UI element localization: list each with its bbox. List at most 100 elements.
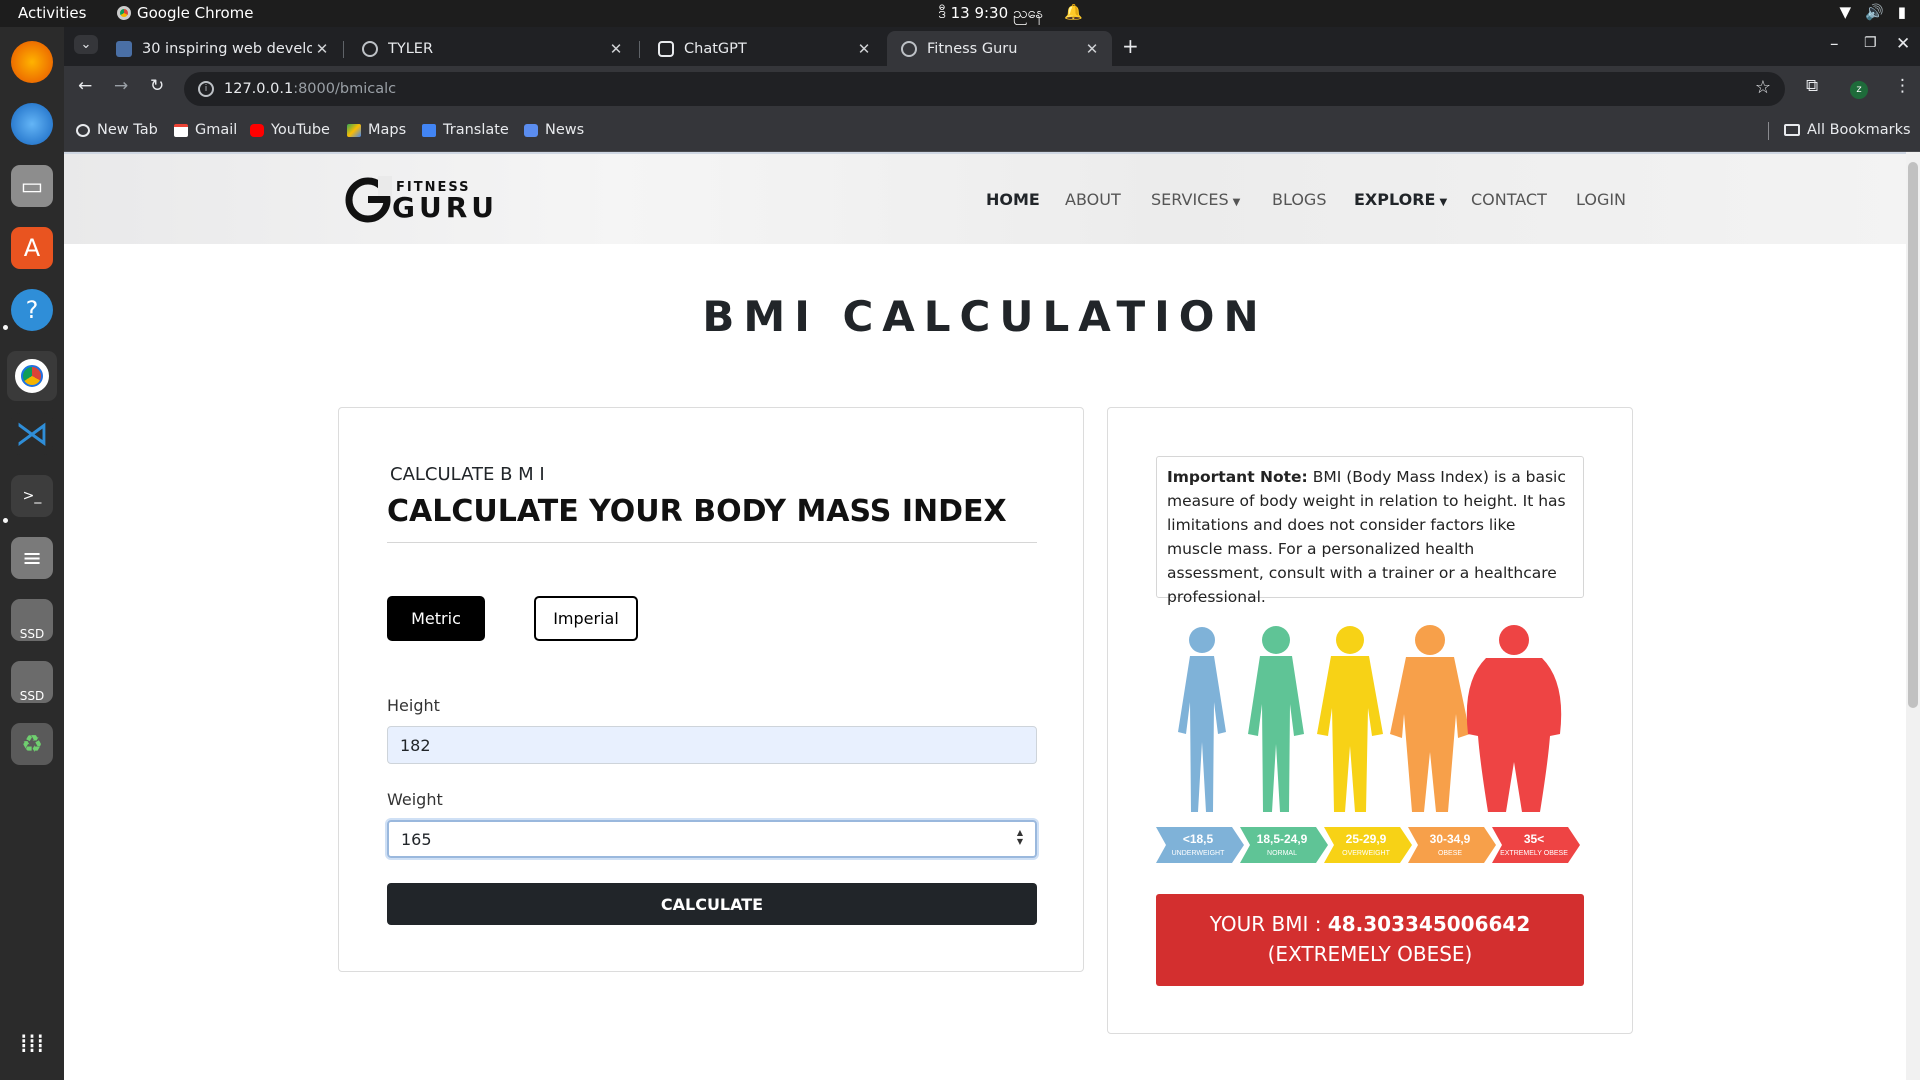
files-icon[interactable]: ▭ [11,165,53,207]
tab-fitness-guru[interactable]: Fitness Guru ✕ [887,31,1112,66]
calculate-button[interactable]: CALCULATE [387,883,1037,925]
bmi-range-value: 30-34,9 [1430,832,1471,846]
activities-button[interactable]: Activities [18,4,86,22]
globe-icon [362,40,378,57]
page-title: BMI CALCULATION [702,292,1268,341]
battery-icon: ▮ [1897,3,1906,21]
help-icon[interactable]: ? [11,289,53,331]
page-scrollbar[interactable] [1906,152,1920,1080]
bookmark-label: YouTube [271,122,330,138]
tab-separator [639,41,640,58]
nav-explore[interactable]: EXPLORE ▼ [1354,190,1447,209]
bookmark-new-tab[interactable]: New Tab [76,122,158,138]
all-bookmarks[interactable]: All Bookmarks [1784,122,1911,138]
result-category: (EXTREMELY OBESE) [1267,942,1473,966]
tab-tyler[interactable]: TYLER ✕ [348,31,636,66]
bmi-info-card: Important Note: BMI (Body Mass Index) is… [1107,407,1633,1034]
note-text: BMI (Body Mass Index) is a basic measure… [1167,468,1566,606]
scrollbar-thumb[interactable] [1908,162,1918,708]
close-window-icon[interactable]: ✕ [1896,34,1910,54]
bmi-result: YOUR BMI : 48.303345006642 (EXTREMELY OB… [1156,894,1584,986]
extensions-icon[interactable]: ⧉ [1806,76,1818,96]
bmi-range-value: 25-29,9 [1346,832,1387,846]
body-figure-underweight [1178,627,1226,812]
close-tab-icon[interactable]: ✕ [1082,40,1102,58]
globe-icon [76,123,90,137]
clock[interactable]: ဒီ 13 9:30 ညနေ [938,4,1043,26]
trash-icon[interactable]: ♻ [11,723,53,765]
bookmark-translate[interactable]: Translate [422,122,509,138]
reload-icon[interactable]: ↻ [150,76,164,96]
ssd-drive-icon[interactable]: SSD [11,599,53,641]
imperial-button[interactable]: Imperial [534,596,638,641]
wifi-icon: ▼ [1839,3,1852,21]
bookmark-gmail[interactable]: Gmail [174,122,237,138]
bookmark-label: New Tab [97,122,158,138]
show-apps-icon[interactable]: ⁞⁞⁞ [11,1023,53,1065]
back-icon[interactable]: ← [78,76,92,96]
bookmarks-separator [1768,122,1769,140]
nav-login[interactable]: LOGIN [1576,190,1626,209]
nav-home[interactable]: HOME [986,190,1040,209]
maps-icon [347,123,361,137]
bookmark-maps[interactable]: Maps [347,122,406,138]
bookmark-star-icon[interactable]: ☆ [1755,77,1771,98]
nav-blogs[interactable]: BLOGS [1272,190,1326,209]
nav-services[interactable]: SERVICES ▼ [1151,190,1240,209]
nav-services-label: SERVICES [1151,190,1229,209]
system-top-bar: Activities Google Chrome ဒီ 13 9:30 ညနေ … [0,0,1920,27]
chrome-dock-icon[interactable] [7,351,57,401]
forward-icon[interactable]: → [114,76,128,96]
body-figure-overweight [1317,626,1383,812]
dock: ▭ A ? ⋊ >_ ≡ SSD SSD ♻ ⁞⁞⁞ [0,27,64,1080]
software-center-icon[interactable]: A [11,227,53,269]
metric-button[interactable]: Metric [387,596,485,641]
url-path: :8000/bmicalc [293,81,397,97]
height-input[interactable]: 182 [387,726,1037,764]
number-spinner-icon[interactable]: ▲ ▼ [1017,828,1023,846]
tab-search-icon[interactable]: ⌄ [74,35,98,54]
thunderbird-icon[interactable] [11,103,53,145]
chrome-icon [117,6,131,20]
tab-chatgpt[interactable]: ChatGPT ✕ [644,31,884,66]
vscode-icon[interactable]: ⋊ [11,413,53,455]
bmi-range-value: <18,5 [1183,832,1214,846]
close-tab-icon[interactable]: ✕ [606,40,626,58]
form-subtitle: CALCULATE B M I [390,464,545,485]
tab-favicon-icon [116,40,132,57]
tab-title: Fitness Guru [927,40,1018,57]
bookmark-label: Translate [443,122,509,138]
ssd-drive-icon[interactable]: SSD [11,661,53,703]
text-editor-icon[interactable]: ≡ [11,537,53,579]
menu-icon[interactable]: ⋮ [1894,76,1911,96]
close-tab-icon[interactable]: ✕ [312,40,332,58]
site-logo[interactable]: FITNESS GURU [344,176,494,224]
url-host: 127.0.0.1 [224,81,294,97]
bookmark-news[interactable]: News [524,122,584,138]
bookmark-youtube[interactable]: YouTube [250,122,330,138]
bookmark-label: All Bookmarks [1807,122,1911,138]
weight-input[interactable]: 165 ▲ ▼ [387,820,1037,858]
new-tab-icon[interactable]: + [1122,34,1139,58]
nav-contact[interactable]: CONTACT [1471,190,1547,209]
system-tray[interactable]: ▼ 🔊 ▮ [1840,3,1907,21]
notification-bell-icon: 🔔 [1064,3,1083,21]
firefox-icon[interactable] [11,41,53,83]
bmi-range-label: OBESE [1438,850,1462,857]
body-figure-obese [1390,625,1470,812]
address-bar[interactable]: i 127.0.0.1:8000/bmicalc ☆ [184,72,1785,106]
app-menu[interactable]: Google Chrome [117,4,254,22]
maximize-icon[interactable]: ❐ [1864,35,1877,51]
tab-web-develop[interactable]: 30 inspiring web develop ✕ [102,31,342,66]
folder-icon [1784,124,1800,136]
bmi-range-value: 35< [1524,832,1544,846]
profile-avatar[interactable]: z [1850,81,1868,99]
close-tab-icon[interactable]: ✕ [854,40,874,58]
bmi-range-label: UNDERWEIGHT [1172,850,1225,857]
dropdown-caret-icon: ▼ [1439,197,1448,208]
minimize-icon[interactable]: – [1830,34,1839,54]
youtube-icon [250,123,264,137]
terminal-icon[interactable]: >_ [11,475,53,517]
nav-about[interactable]: ABOUT [1065,190,1121,209]
site-info-icon[interactable]: i [198,81,214,97]
